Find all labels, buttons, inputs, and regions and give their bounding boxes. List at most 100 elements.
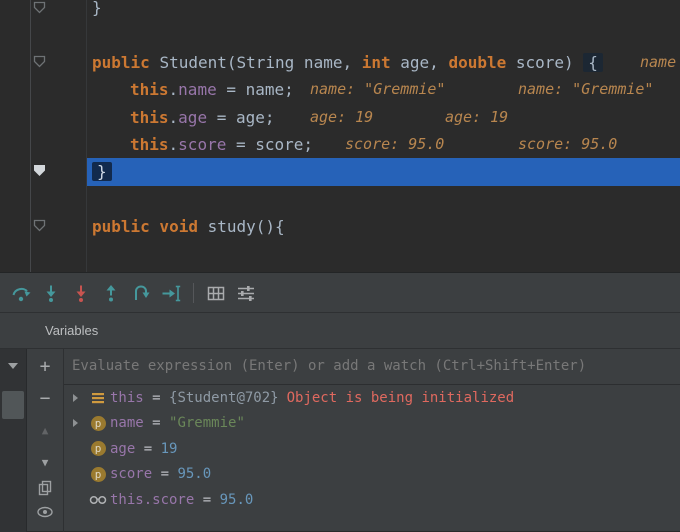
variable-name: name <box>110 415 144 432</box>
variable-row-age[interactable]: p age = 19 <box>64 436 680 462</box>
code-line-assign-score: this.score = score; score: 95.0 score: 95.… <box>0 131 680 158</box>
drop-frame-icon <box>135 285 150 300</box>
show-button[interactable] <box>35 502 55 522</box>
add-watch-button[interactable]: + <box>35 356 55 377</box>
watch-name: this.score <box>110 491 195 508</box>
force-step-into-icon <box>76 285 86 302</box>
execution-point-icon[interactable] <box>33 164 46 177</box>
code-text: . <box>168 134 179 154</box>
inline-hint: age: 19 <box>445 107 509 126</box>
parameter-icon: p <box>86 441 110 457</box>
variable-row-this[interactable]: this = {Student@702} Object is being init… <box>64 385 680 411</box>
code-editor[interactable]: } public Student(String name, int age, d… <box>0 0 680 272</box>
code-line: } <box>0 0 680 21</box>
expand-chevron-icon[interactable] <box>64 393 86 402</box>
equals-sign: = <box>152 466 178 483</box>
inline-hint: score: 95.0 <box>518 134 618 153</box>
code-text: Student(String name, <box>159 52 362 72</box>
restore-layout-button[interactable] <box>201 280 231 306</box>
code-line-study: public void study(){ <box>0 213 680 240</box>
keyword: public void <box>92 217 208 237</box>
execution-line: } <box>0 158 680 186</box>
keyword-this: this <box>130 107 169 127</box>
keyword-this: this <box>130 134 169 154</box>
tab-variables[interactable]: Variables <box>45 323 98 338</box>
code-text: study(){ <box>207 217 285 237</box>
field-age: age <box>178 107 208 127</box>
step-over-icon <box>12 287 31 301</box>
equalizer-icon <box>238 285 254 301</box>
parameter-icon: p <box>86 466 110 482</box>
code-text: = name; <box>216 80 294 100</box>
variable-value: {Student@702} <box>169 389 279 406</box>
inline-hint: name: "Gremmie" <box>518 80 654 99</box>
variable-name: this <box>110 389 144 406</box>
field-score: score <box>178 134 227 154</box>
gutter-arrow-icon[interactable] <box>33 219 46 232</box>
code-text: age, <box>390 52 449 72</box>
variables-tree: Evaluate expression (Enter) or add a wat… <box>64 349 680 532</box>
code-text: . <box>168 80 179 100</box>
run-to-cursor-button[interactable] <box>156 280 186 306</box>
object-icon <box>86 392 110 404</box>
selected-tool-block[interactable] <box>2 391 24 419</box>
inline-hint: score: 95.0 <box>345 134 445 153</box>
drop-frame-button[interactable] <box>126 280 156 306</box>
inline-hint: name: "Gremmie" <box>310 80 446 99</box>
brace-highlight: { <box>583 52 603 72</box>
variable-value: 95.0 <box>177 466 212 483</box>
keyword: double <box>448 52 507 72</box>
keyword: public <box>92 52 160 72</box>
gutter-arrow-icon[interactable] <box>33 1 46 14</box>
inline-hint: age: 19 <box>310 107 374 126</box>
move-down-button[interactable]: ▼ <box>35 452 55 472</box>
status-note: Object is being initialized <box>286 389 515 406</box>
evaluate-expression-input[interactable]: Evaluate expression (Enter) or add a wat… <box>64 349 680 385</box>
eye-icon <box>37 506 53 518</box>
variable-value: "Gremmie" <box>169 415 245 432</box>
run-to-cursor-icon <box>162 285 181 301</box>
code-text: = age; <box>207 107 275 127</box>
copy-icon <box>38 480 52 496</box>
code-line-constructor: public Student(String name, int age, dou… <box>0 49 680 76</box>
step-into-icon <box>46 285 56 302</box>
code-line-assign-age: this.age = age; age: 19 age: 19 <box>0 104 680 131</box>
settings-filter-button[interactable] <box>231 280 261 306</box>
keyword: int <box>361 52 391 72</box>
move-up-button[interactable]: ▲ <box>35 420 55 440</box>
variable-row-score[interactable]: p score = 95.0 <box>64 462 680 488</box>
code-text: . <box>168 107 179 127</box>
gutter-guide-line <box>30 0 31 272</box>
step-into-button[interactable] <box>36 280 66 306</box>
field-name: name <box>178 80 217 100</box>
remove-watch-button[interactable]: − <box>35 388 55 409</box>
gutter-arrow-icon[interactable] <box>33 55 46 68</box>
variable-row-name[interactable]: p name = "Gremmie" <box>64 411 680 437</box>
equals-sign: = <box>143 415 170 432</box>
watch-row-this-score[interactable]: this.score = 95.0 <box>64 487 680 513</box>
code-text: = score; <box>226 134 314 154</box>
duplicate-button[interactable] <box>35 478 55 498</box>
force-step-into-button[interactable] <box>66 280 96 306</box>
code-text: score) <box>506 52 584 72</box>
step-over-button[interactable] <box>6 280 36 306</box>
expand-chevron-icon[interactable] <box>64 419 86 428</box>
chevron-down-icon[interactable] <box>8 363 18 369</box>
keyword-this: this <box>130 80 169 100</box>
variable-value: 19 <box>160 440 178 457</box>
side-strip <box>0 349 27 532</box>
equals-sign: = <box>135 440 161 457</box>
watch-glasses-icon <box>86 494 110 506</box>
grid-icon <box>207 286 225 300</box>
toolbar-separator <box>193 282 194 303</box>
equals-sign: = <box>143 389 170 406</box>
equals-sign: = <box>194 491 220 508</box>
variable-name: score <box>110 466 153 483</box>
watch-value: 95.0 <box>219 491 254 508</box>
debug-body: + − ▲ ▼ Evaluate expression (Enter) or a… <box>0 349 680 532</box>
step-out-button[interactable] <box>96 280 126 306</box>
debug-stepping-toolbar <box>0 272 680 313</box>
watch-buttons-column: + − ▲ ▼ <box>27 349 64 532</box>
variable-name: age <box>110 440 136 457</box>
